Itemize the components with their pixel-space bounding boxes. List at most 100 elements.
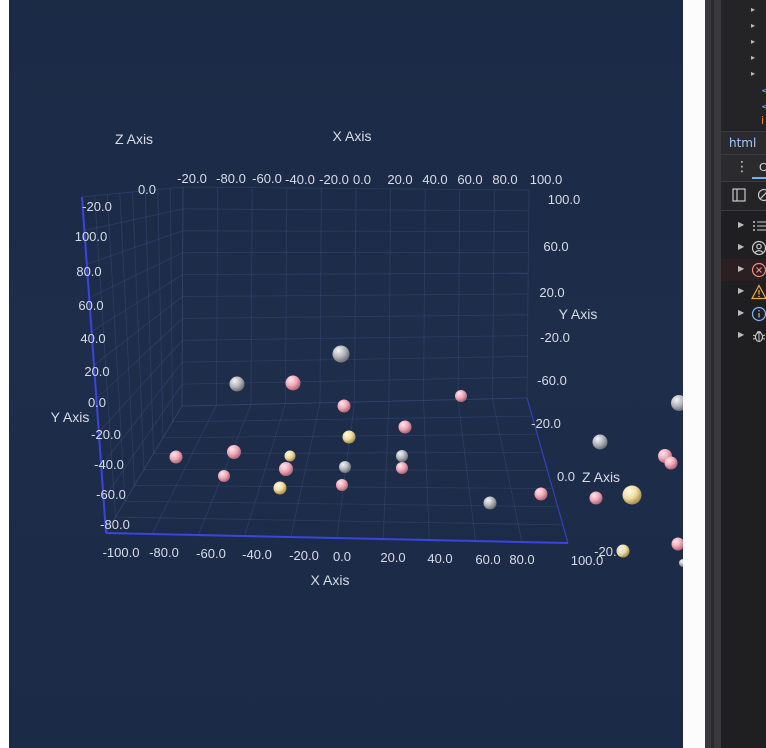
- data-point: [169, 450, 183, 464]
- data-point: [284, 450, 296, 462]
- expand-arrow-icon[interactable]: ▶: [738, 220, 744, 229]
- expand-arrow-icon[interactable]: ▶: [738, 242, 744, 251]
- back-wall-grid-line: [182, 230, 529, 233]
- sidebar-item-messages[interactable]: ▶: [721, 215, 766, 237]
- left-wall-grid-line: [144, 190, 154, 454]
- y-tick-label: 20.0: [539, 285, 564, 300]
- y-tick-label: -20.0: [531, 416, 561, 431]
- z-tick-label: -20.0: [594, 544, 624, 559]
- data-point: [664, 456, 678, 470]
- 3d-scatter-plot[interactable]: -100.0 -80.0 -60.0 -40.0 -20.0 0.0 20.0 40.0 60.…: [9, 0, 683, 748]
- tab-console[interactable]: C: [759, 161, 766, 174]
- x-tick-label: -80.0: [149, 545, 179, 560]
- x-tick-label: 40.0: [422, 172, 447, 187]
- z-tick-label: 0.0: [138, 182, 156, 197]
- bug-icon: [752, 331, 766, 343]
- breadcrumb-item[interactable]: html: [729, 136, 756, 150]
- data-point: [218, 470, 230, 482]
- clear-console-icon[interactable]: [757, 188, 766, 202]
- sidebar-item-verbose[interactable]: ▶: [721, 325, 766, 347]
- grid-lines: [81, 186, 569, 544]
- data-point: [534, 487, 548, 501]
- x-tick-label: -20.0: [177, 171, 207, 186]
- left-wall-grid-line: [132, 191, 145, 470]
- x-tick-label: -40.0: [242, 547, 272, 562]
- x-tick-label: 80.0: [509, 552, 534, 567]
- x-tick-label: -60.0: [196, 546, 226, 561]
- list-icon: [753, 221, 766, 231]
- data-point: [396, 450, 408, 462]
- devtools-panel: ▸ ▸ ▸ ▸ ▸ < < i html ⋮ C ▶ ▶ ▶ ▶ ▶ ▶: [721, 0, 766, 748]
- x-tick-label: 0.0: [333, 549, 351, 564]
- left-wall-grid-line: [119, 193, 135, 486]
- sidebar-item-warnings[interactable]: ▶: [721, 281, 766, 303]
- sidebar-item-errors[interactable]: ▶: [721, 259, 766, 281]
- data-point: [227, 445, 241, 459]
- data-point: [332, 345, 350, 363]
- x-tick-label: -20.0: [289, 548, 319, 563]
- data-point: [622, 485, 642, 505]
- data-point: [279, 462, 293, 476]
- y-tick-label: 20.0: [84, 364, 109, 379]
- devtools-resize-handle[interactable]: [705, 0, 721, 748]
- tree-tag[interactable]: i: [761, 114, 764, 127]
- y-tick-label: -60.0: [96, 487, 126, 502]
- warning-icon: [751, 284, 766, 300]
- data-point: [483, 496, 497, 510]
- data-point: [671, 537, 683, 551]
- sidebar-item-info[interactable]: ▶: [721, 303, 766, 325]
- z-axis-title: Z Axis: [115, 131, 153, 147]
- y-tick-label: 40.0: [80, 331, 105, 346]
- x-tick-label: 0.0: [353, 172, 371, 187]
- tree-node[interactable]: ▸: [751, 68, 755, 82]
- error-circle-icon: [751, 262, 766, 278]
- y-tick-label: 0.0: [88, 395, 106, 410]
- x-tick-label: 80.0: [492, 172, 517, 187]
- data-point: [337, 399, 351, 413]
- x-tick-label: -40.0: [285, 172, 315, 187]
- tree-node[interactable]: ▸: [751, 20, 755, 34]
- y-tick-label: 60.0: [543, 239, 568, 254]
- elements-tree[interactable]: ▸ ▸ ▸ ▸ ▸ < < i: [721, 0, 766, 130]
- y-tick-label: 100.0: [548, 192, 581, 207]
- expand-arrow-icon[interactable]: ▶: [738, 330, 744, 339]
- more-options-icon[interactable]: ⋮: [735, 159, 749, 175]
- data-point: [455, 390, 467, 402]
- expand-arrow-icon[interactable]: ▶: [738, 308, 744, 317]
- sidebar-item-user-messages[interactable]: ▶: [721, 237, 766, 259]
- x-tick-label: -20.0: [319, 172, 349, 187]
- data-point: [339, 461, 351, 473]
- y-tick-label: -20.0: [82, 199, 112, 214]
- tree-node[interactable]: ▸: [751, 52, 755, 66]
- y-tick-label: -20.0: [540, 330, 570, 345]
- y-tick-label: 100.0: [75, 229, 108, 244]
- breadcrumb: html: [721, 131, 766, 155]
- active-tab-indicator: [752, 177, 766, 179]
- drawer-tab-bar: ⋮ C: [721, 155, 766, 182]
- page-gutter: [683, 0, 706, 748]
- info-icon: [751, 306, 766, 322]
- user-circle-icon: [751, 240, 766, 256]
- data-point: [671, 395, 683, 411]
- left-wall-grid-line: [169, 188, 173, 422]
- plot-canvas[interactable]: -100.0 -80.0 -60.0 -40.0 -20.0 0.0 20.0 40.0 60.…: [9, 0, 683, 748]
- data-point: [273, 481, 287, 495]
- data-point: [285, 375, 301, 391]
- expand-arrow-icon[interactable]: ▶: [738, 264, 744, 273]
- tree-tag[interactable]: <: [761, 100, 766, 113]
- tree-node[interactable]: ▸: [751, 36, 755, 50]
- data-point: [589, 491, 603, 505]
- left-margin: [0, 0, 9, 748]
- x-axis-title: X Axis: [311, 572, 350, 588]
- y-tick-label: -40.0: [94, 457, 124, 472]
- x-tick-label: -60.0: [252, 171, 282, 186]
- tree-node[interactable]: ▸: [751, 4, 755, 18]
- console-toolbar: [721, 182, 766, 211]
- x-tick-label: -80.0: [216, 171, 246, 186]
- expand-arrow-icon[interactable]: ▶: [738, 286, 744, 295]
- sidebar-toggle-icon[interactable]: [732, 188, 746, 202]
- tree-tag[interactable]: <: [761, 84, 766, 97]
- x-tick-label: -100.0: [103, 545, 140, 560]
- y-tick-label: 60.0: [78, 298, 103, 313]
- y-axis-title: Y Axis: [559, 306, 598, 322]
